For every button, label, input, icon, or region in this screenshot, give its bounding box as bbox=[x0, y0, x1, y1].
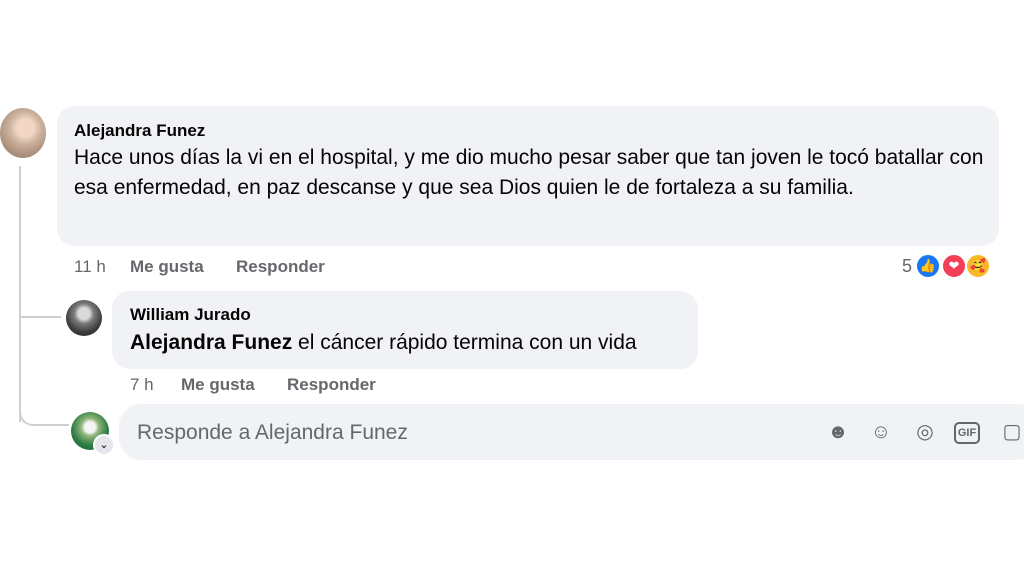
reply-input-placeholder[interactable]: Responde a Alejandra Funez bbox=[137, 421, 408, 445]
like-icon[interactable]: 👍 bbox=[915, 253, 941, 279]
like-button[interactable]: Me gusta bbox=[181, 375, 255, 395]
reply-button[interactable]: Responder bbox=[236, 257, 325, 277]
reply-timestamp[interactable]: 7 h bbox=[130, 375, 154, 395]
reply-author[interactable]: William Jurado bbox=[130, 305, 251, 325]
avatar[interactable] bbox=[0, 108, 46, 158]
avatar-sticker-icon[interactable]: ☻ bbox=[824, 418, 852, 446]
reply-button[interactable]: Responder bbox=[287, 375, 376, 395]
reply-connector bbox=[19, 296, 61, 318]
sticker-icon[interactable]: ▢ bbox=[998, 418, 1024, 446]
thread-connector-line bbox=[19, 166, 21, 422]
composer-connector bbox=[19, 404, 69, 426]
comment-author[interactable]: Alejandra Funez bbox=[74, 121, 205, 141]
reply-text-body: el cáncer rápido termina con un vida bbox=[292, 331, 637, 354]
comment-thread: Alejandra Funez Hace unos días la vi en … bbox=[0, 0, 1024, 576]
reaction-count[interactable]: 5 bbox=[902, 256, 912, 277]
camera-icon[interactable]: ◎ bbox=[911, 418, 939, 446]
like-button[interactable]: Me gusta bbox=[130, 257, 204, 277]
comment-timestamp[interactable]: 11 h bbox=[74, 257, 106, 277]
gif-icon[interactable]: GIF bbox=[954, 422, 980, 444]
love-icon[interactable]: ❤ bbox=[941, 253, 967, 279]
avatar[interactable] bbox=[66, 300, 102, 336]
care-icon[interactable]: 🥰 bbox=[965, 253, 991, 279]
mention-link[interactable]: Alejandra Funez bbox=[130, 331, 292, 354]
emoji-icon[interactable]: ☺ bbox=[867, 418, 895, 446]
reply-text: Alejandra Funez el cáncer rápido termina… bbox=[130, 328, 690, 358]
chevron-down-icon[interactable]: ⌄ bbox=[93, 434, 115, 456]
comment-text: Hace unos días la vi en el hospital, y m… bbox=[74, 146, 984, 199]
